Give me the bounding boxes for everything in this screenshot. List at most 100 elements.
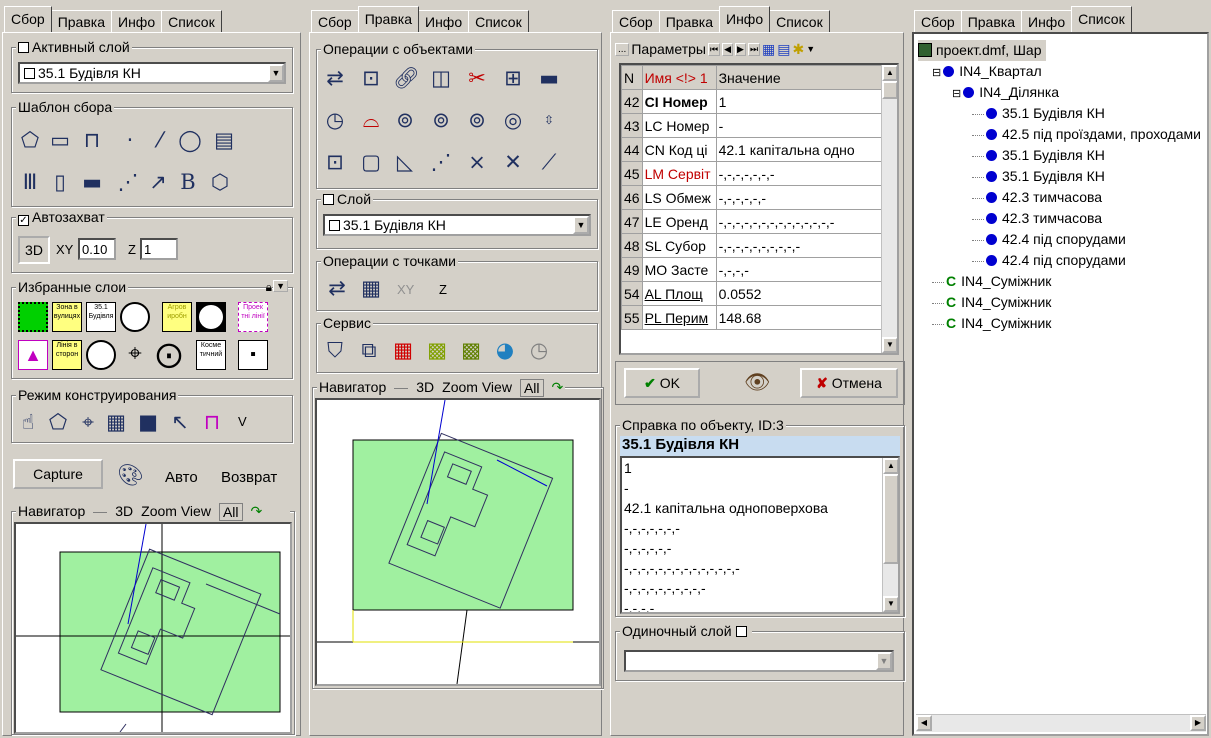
diagonal-icon[interactable]: ⟋ [537, 150, 561, 174]
tab-list[interactable]: Список [161, 10, 222, 32]
params-row[interactable]: 44 CN Код ці 42.1 капітальна одно [621, 137, 884, 162]
tab-edit[interactable]: Правка [658, 10, 720, 32]
chevron-down-icon[interactable]: ▼ [876, 652, 892, 670]
row-value[interactable]: 1 [715, 89, 884, 114]
color-grid-icon[interactable]: ▦ [391, 338, 415, 362]
tree-item[interactable]: 35.1 Будівля КН [918, 145, 1208, 166]
refresh-icon[interactable]: ↷ [251, 503, 263, 521]
row-value[interactable]: -,-,-,-,-,-,- [715, 161, 884, 186]
params-row[interactable]: 45 LM Сервіт -,-,-,-,-,-,- [621, 161, 884, 186]
circle-tool-icon[interactable]: ◯ [178, 128, 202, 152]
tree-item[interactable]: 42.5 під проїздами, проходами [918, 124, 1208, 145]
navigator-map[interactable] [14, 522, 292, 734]
scroll-up-icon[interactable]: ▲ [882, 65, 897, 81]
tab-info[interactable]: Инфо [719, 6, 771, 32]
favorite-layer-7[interactable]: Проек тні лінії [238, 302, 268, 332]
cursor-select-icon[interactable]: ↖ [168, 410, 192, 434]
star-icon[interactable]: ✱ [793, 41, 805, 58]
favorite-layer-11[interactable]: ⌖ [120, 340, 150, 370]
scroll-right-icon[interactable]: ▶ [1190, 715, 1206, 731]
nav-zoom-view[interactable]: Zoom View [442, 379, 512, 397]
favorite-layer-4[interactable] [120, 302, 150, 332]
row-name[interactable]: LE Оренд [641, 209, 717, 234]
nav-3d-toggle[interactable]: 3D [115, 503, 133, 521]
chart-icon[interactable]: ◕ [493, 338, 517, 362]
row-name[interactable]: SL Субор [641, 233, 717, 258]
construct-v-label[interactable]: V [238, 414, 247, 429]
difference-icon[interactable]: ⊚ [465, 108, 489, 132]
tree-item[interactable]: ⊟ IN4_Ділянка [918, 82, 1208, 103]
favorite-layer-6[interactable] [196, 302, 226, 332]
filter-icon[interactable]: ⛉ [323, 338, 347, 362]
arrow-line-icon[interactable]: ↗ [146, 170, 170, 194]
timer-icon[interactable]: ◷ [527, 338, 551, 362]
favorite-layer-10[interactable] [86, 340, 116, 370]
tree-expander-icon[interactable]: ⊟ [932, 67, 941, 79]
points-z-label[interactable]: Z [439, 282, 447, 297]
tree-item[interactable]: ⊟ IN4_Квартал [918, 61, 1208, 82]
tab-info[interactable]: Инфо [111, 10, 163, 32]
cancel-button[interactable]: ✘ Отмена [800, 368, 898, 398]
tab-list[interactable]: Список [468, 10, 529, 32]
calculator-icon[interactable]: ▤ [777, 41, 790, 58]
table-icon[interactable]: ▦ [762, 41, 775, 58]
last-record-icon[interactable]: ⏭ [747, 42, 761, 56]
cube-tool-icon[interactable]: ⬡ [208, 170, 232, 194]
single-layer-select[interactable]: ▼ [624, 650, 894, 672]
collapse-icon[interactable] [18, 42, 29, 53]
refresh-icon[interactable]: ↷ [552, 379, 564, 397]
select-rect-icon[interactable]: ⊡ [359, 66, 383, 90]
navigator-map[interactable] [315, 398, 601, 686]
layer-select[interactable]: 35.1 Будівля КН ▼ [323, 214, 591, 236]
autocapture-checkbox[interactable]: ✓ [18, 215, 29, 226]
object-help-memo[interactable]: 1 - 42.1 капітальна одноповерхова -,-,-,-,-… [620, 456, 900, 614]
tab-collect[interactable]: Сбор [914, 10, 962, 32]
favorite-layer-3[interactable]: 35.1 Будівля [86, 302, 116, 332]
row-name[interactable]: MO Засте [641, 257, 717, 282]
nav-all-button[interactable]: All [519, 379, 544, 397]
scroll-left-icon[interactable]: ◀ [916, 715, 932, 731]
row-name[interactable]: LM Сервіт [641, 161, 717, 186]
point-table-icon[interactable]: ▦ [359, 276, 383, 300]
cross-hatch-icon[interactable]: ⨯ [465, 150, 489, 174]
next-record-icon[interactable]: ▶ [735, 42, 746, 56]
tab-collect[interactable]: Сбор [612, 10, 660, 32]
columns-tool-icon[interactable]: ▯ [48, 170, 72, 194]
row-name[interactable]: LS Обмеж [641, 185, 717, 210]
tree-item[interactable]: 35.1 Будівля КН [918, 166, 1208, 187]
tab-collect[interactable]: Сбор [311, 10, 359, 32]
cut-icon[interactable]: ✂ [465, 66, 489, 90]
layer-tree[interactable]: проект.dmf, Шар ⊟ IN4_Квартал ⊟ IN4_Ділянка… [918, 40, 1208, 710]
tree-item[interactable]: 42.4 під спорудами [918, 250, 1208, 271]
tab-info[interactable]: Инфо [1021, 10, 1073, 32]
table-edit-icon[interactable]: ▦ [104, 410, 128, 434]
bar-tool-icon[interactable]: ▬ [80, 170, 104, 194]
scroll-down-icon[interactable]: ▼ [883, 596, 898, 612]
tree-item[interactable]: C IN4_Суміжник [918, 271, 1208, 292]
nav-zoom-view[interactable]: Zoom View [141, 503, 211, 521]
lock-icon[interactable]: 🔒︎ [265, 280, 272, 295]
tree-root[interactable]: проект.dmf, Шар [918, 40, 1046, 61]
row-value[interactable]: - [715, 113, 884, 138]
hand-pointer-icon[interactable]: ☝ [16, 410, 40, 434]
tab-collect[interactable]: Сбор [4, 6, 52, 32]
scroll-up-icon[interactable]: ▲ [883, 458, 898, 474]
tab-edit[interactable]: Правка [960, 10, 1022, 32]
swap-icon[interactable]: ⇄ [323, 66, 347, 90]
point-tool-icon[interactable]: · [118, 128, 142, 152]
arc-cut-icon[interactable]: ⌓ [359, 108, 383, 132]
center-icon[interactable]: ⊞ [501, 66, 525, 90]
first-record-icon[interactable]: ⏮ [707, 42, 721, 56]
params-row[interactable]: 46 LS Обмеж -,-,-,-,-,- [621, 185, 884, 210]
swap-points-icon[interactable]: ⇄ [325, 276, 349, 300]
table-tool-icon[interactable]: ▤ [212, 128, 236, 152]
polygon-add-icon[interactable]: ⬠ [46, 410, 70, 434]
layout-icon[interactable]: ◫ [429, 66, 453, 90]
nav-all-button[interactable]: All [218, 503, 243, 521]
row-value[interactable]: 148.68 [715, 305, 884, 330]
intersect-icon[interactable]: ⊚ [429, 108, 453, 132]
dropdown-icon[interactable]: ▼ [806, 44, 815, 54]
tree-item[interactable]: C IN4_Суміжник [918, 292, 1208, 313]
xy-tolerance-input[interactable]: 0.10 [78, 238, 116, 260]
params-row[interactable]: 48 SL Субор -,-,-,-,-,-,-,-,-,- [621, 233, 884, 258]
